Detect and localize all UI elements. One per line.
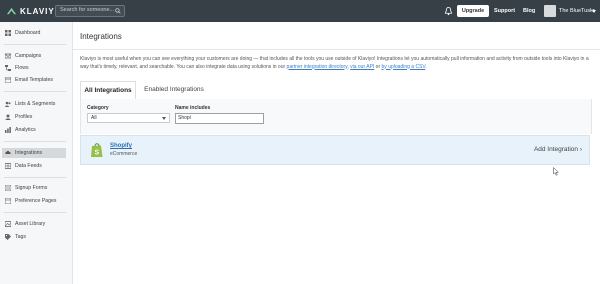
add-integration-button[interactable]: Add Integration › — [534, 146, 582, 153]
title-divider — [73, 49, 600, 50]
campaigns-icon — [5, 53, 11, 59]
sidebar-item-label: Asset Library — [15, 221, 46, 227]
tab-enabled-integrations[interactable]: Enabled Integrations — [138, 81, 210, 98]
sidebar-item-label: Integrations — [15, 150, 43, 156]
main-content: Integrations Klaviyo is most useful when… — [73, 22, 600, 284]
profiles-icon — [5, 114, 11, 120]
sidebar-item-label: Campaigns — [15, 53, 42, 59]
sidebar-item-label: Profiles — [15, 114, 33, 120]
search-icon[interactable] — [115, 8, 121, 14]
sidebar-item-label: Flows — [15, 65, 29, 71]
sidebar-item-flows[interactable]: Flows — [2, 63, 66, 73]
klaviyo-logo-icon — [6, 7, 17, 14]
integration-tabs: All Integrations Enabled Integrations — [80, 79, 590, 100]
top-navbar: KLAVIYO Search for someone... Upgrade Su… — [0, 0, 600, 22]
blog-link[interactable]: Blog — [523, 5, 535, 17]
signup-forms-icon — [5, 185, 11, 191]
sidebar-item-dashboard[interactable]: Dashboard — [2, 28, 66, 38]
sidebar-item-tags[interactable]: Tags — [2, 232, 66, 242]
sidebar-item-data-feeds[interactable]: Data Feeds — [2, 161, 66, 171]
sidebar-divider — [4, 177, 66, 178]
sidebar-item-label: Signup Forms — [15, 185, 48, 191]
category-value: All — [91, 115, 97, 121]
dashboard-icon — [5, 30, 11, 36]
sidebar-item-email-templates[interactable]: Email Templates — [2, 75, 66, 85]
description-text: . — [425, 63, 427, 70]
sidebar-item-label: Data Feeds — [15, 163, 42, 169]
data-feeds-icon — [5, 163, 11, 169]
sidebar-item-preference-pages[interactable]: Preference Pages — [2, 196, 66, 206]
mouse-cursor-icon — [553, 167, 559, 176]
chevron-down-icon[interactable] — [592, 10, 596, 13]
description-text: or — [374, 63, 382, 70]
analytics-icon — [5, 127, 11, 133]
sidebar-item-lists-segments[interactable]: Lists & Segments — [2, 99, 66, 109]
sidebar-item-label: Dashboard — [15, 30, 41, 36]
support-link[interactable]: Support — [494, 5, 515, 17]
sidebar: Dashboard Campaigns Flows Email Template… — [0, 22, 73, 284]
svg-text:S: S — [94, 150, 99, 157]
klaviyo-logo[interactable]: KLAVIYO — [6, 5, 62, 17]
integrations-icon — [5, 150, 11, 154]
integration-category: eCommerce — [110, 151, 138, 157]
preference-pages-icon — [5, 198, 11, 204]
sidebar-item-label: Analytics — [15, 127, 36, 133]
tab-all-integrations[interactable]: All Integrations — [80, 81, 136, 100]
integration-row[interactable]: S Shopify eCommerce Add Integration › — [80, 135, 590, 165]
flows-icon — [5, 65, 11, 71]
account-name[interactable]: The BlueTuskr — [559, 5, 595, 17]
name-includes-label: Name includes — [175, 105, 211, 111]
sidebar-item-signup-forms[interactable]: Signup Forms — [2, 183, 66, 193]
category-label: Category — [87, 105, 109, 111]
search-input[interactable]: Search for someone... — [55, 5, 125, 17]
templates-icon — [5, 77, 11, 83]
integrations-description: Klaviyo is most useful when you can see … — [80, 56, 595, 71]
upgrade-button[interactable]: Upgrade — [457, 5, 489, 17]
sidebar-item-label: Preference Pages — [15, 198, 57, 204]
sidebar-item-integrations[interactable]: Integrations — [2, 148, 66, 158]
sidebar-item-label: Email Templates — [15, 77, 53, 83]
sidebar-item-label: Tags — [15, 234, 26, 240]
name-includes-input[interactable]: Shopi — [175, 113, 264, 124]
sidebar-divider — [4, 141, 66, 142]
shopify-logo-icon: S — [91, 143, 103, 157]
api-link[interactable]: via our API — [350, 64, 374, 70]
filter-panel: Category All Name includes Shopi — [80, 99, 592, 134]
sidebar-divider — [4, 212, 66, 213]
lists-icon — [5, 101, 11, 107]
bell-icon[interactable] — [444, 6, 453, 16]
integration-name-link[interactable]: Shopify — [110, 143, 132, 149]
sidebar-item-campaigns[interactable]: Campaigns — [2, 51, 66, 61]
csv-upload-link[interactable]: by uploading a CSV — [382, 64, 426, 70]
sidebar-divider — [4, 91, 66, 92]
chevron-down-icon — [162, 117, 166, 120]
sidebar-item-profiles[interactable]: Profiles — [2, 112, 66, 122]
tags-icon — [5, 234, 11, 240]
search-placeholder: Search for someone... — [60, 7, 115, 13]
category-select[interactable]: All — [87, 113, 170, 123]
sidebar-divider — [4, 44, 66, 45]
partner-directory-link[interactable]: partner integration directory — [287, 64, 348, 70]
asset-library-icon — [5, 221, 11, 227]
page-title: Integrations — [80, 32, 122, 41]
sidebar-item-analytics[interactable]: Analytics — [2, 125, 66, 135]
sidebar-item-label: Lists & Segments — [15, 101, 56, 107]
avatar[interactable] — [544, 5, 556, 17]
sidebar-item-asset-library[interactable]: Asset Library — [2, 219, 66, 229]
